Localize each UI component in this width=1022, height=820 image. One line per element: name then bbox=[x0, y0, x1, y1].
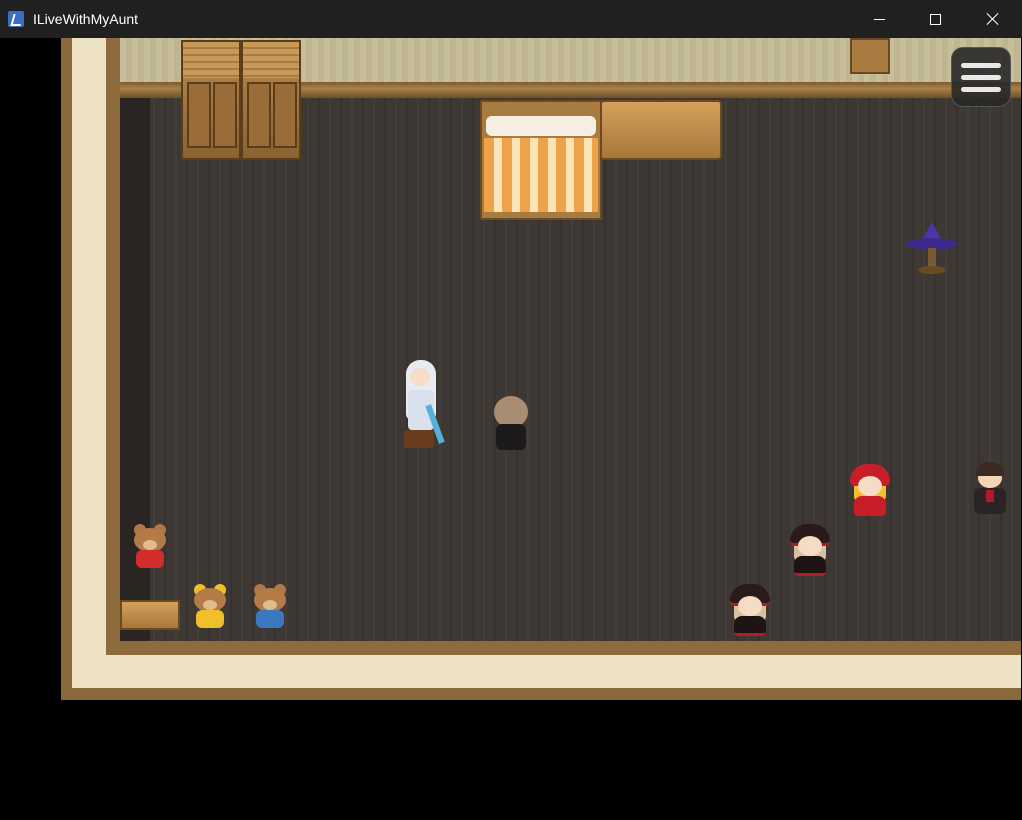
bed[interactable] bbox=[480, 100, 602, 220]
bed-pillows bbox=[486, 116, 596, 136]
wardrobe-left[interactable] bbox=[181, 40, 241, 160]
minimize-button[interactable] bbox=[850, 0, 908, 38]
teddy-bear-blue[interactable] bbox=[250, 584, 290, 632]
teddy-bear-yellow[interactable] bbox=[190, 584, 230, 632]
window-title: ILiveWithMyAunt bbox=[33, 11, 139, 27]
doll-dark-2[interactable] bbox=[728, 584, 772, 638]
player-character[interactable] bbox=[490, 396, 532, 452]
small-bench[interactable] bbox=[120, 600, 180, 630]
close-button[interactable] bbox=[964, 0, 1022, 38]
bed-quilt bbox=[484, 138, 598, 212]
wardrobe-right[interactable] bbox=[241, 40, 301, 160]
maximize-button[interactable] bbox=[906, 0, 964, 38]
menu-button[interactable] bbox=[951, 47, 1011, 107]
doll-dark-1[interactable] bbox=[788, 524, 832, 578]
close-icon bbox=[986, 12, 1000, 26]
hamburger-menu-icon bbox=[961, 62, 1001, 68]
title-bar[interactable]: ILiveWithMyAunt bbox=[0, 0, 1022, 38]
doll-red-bonnet[interactable] bbox=[848, 464, 892, 518]
witch-hat-stand[interactable] bbox=[906, 222, 962, 278]
white-haired-swordswoman[interactable] bbox=[396, 360, 448, 452]
boy-doll[interactable] bbox=[970, 462, 1010, 518]
game-viewport[interactable] bbox=[2, 38, 1021, 818]
wooden-bench[interactable] bbox=[600, 100, 722, 160]
chair[interactable] bbox=[850, 38, 890, 74]
maximize-icon bbox=[929, 13, 941, 25]
teddy-bear-red[interactable] bbox=[130, 524, 170, 572]
minimize-icon bbox=[873, 18, 885, 20]
app-icon bbox=[8, 11, 24, 27]
